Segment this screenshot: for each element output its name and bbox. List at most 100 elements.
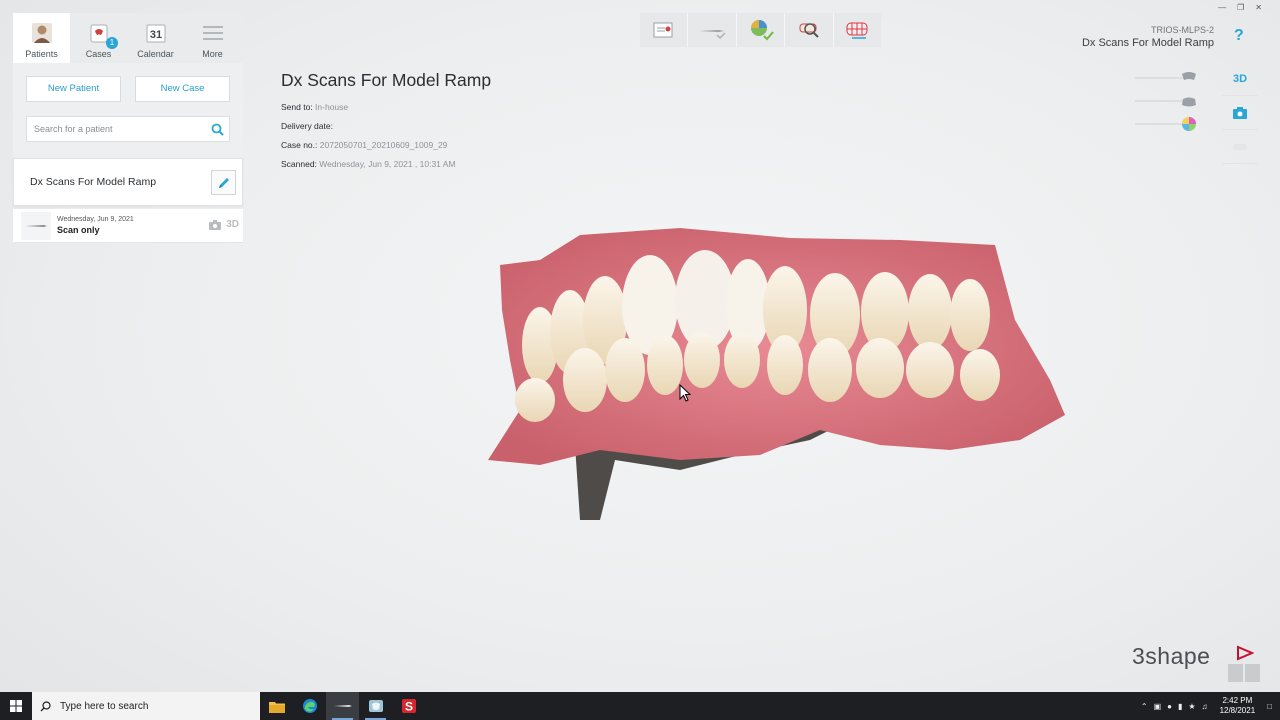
file-explorer-app[interactable] (260, 692, 293, 720)
photo-view-button[interactable] (1222, 96, 1258, 130)
main-nav: Patients 1 Cases 31 Calendar More (13, 13, 243, 63)
patients-icon (31, 22, 53, 44)
case-details: Dx Scans For Model Ramp Send to: In-hous… (281, 70, 491, 170)
window-title: Dx Scans For Model Ramp (1081, 37, 1214, 49)
expand-button[interactable] (1245, 664, 1260, 682)
taskbar-search-text: Type here to search (60, 700, 149, 712)
minimize-button[interactable]: — (1218, 3, 1226, 12)
tray-chevron-icon[interactable]: ⌃ (1141, 702, 1148, 711)
case-title: Dx Scans For Model Ramp (281, 70, 492, 90)
edge-icon (302, 699, 317, 713)
tool-scan[interactable] (687, 13, 735, 47)
folder-icon (268, 701, 285, 713)
3shape-app[interactable]: S (392, 692, 425, 720)
windows-taskbar: Type here to search S ⌃ ▣ ● ▮ ★ ♫ 2:42 P… (0, 692, 1280, 720)
taskbar-clock[interactable]: 2:42 PM 12/8/2021 (1220, 696, 1256, 716)
new-patient-button[interactable]: New Patient (26, 76, 121, 102)
mouse-cursor (679, 384, 691, 402)
scanned-row: Scanned: Wednesday, Jun 9, 2021 , 10:31 … (281, 159, 491, 170)
svg-text:S: S (404, 700, 412, 714)
close-button[interactable]: ✕ (1255, 3, 1262, 12)
case-list-item[interactable]: Wednesday, Jun 9, 2021 Scan only 3D (13, 209, 243, 243)
camera-icon (209, 219, 222, 230)
view-tools: 3D (1222, 62, 1258, 164)
network-icon[interactable]: ★ (1188, 702, 1195, 711)
view-3d-button[interactable]: 3D (1222, 62, 1258, 96)
search-icon[interactable] (211, 123, 224, 141)
visibility-sliders (1135, 66, 1199, 135)
case-type: Scan only (57, 225, 100, 235)
search-input[interactable] (34, 124, 204, 134)
nav-patients[interactable]: Patients (13, 13, 70, 63)
patient-card[interactable]: Dx Scans For Model Ramp (13, 158, 243, 206)
color-slider[interactable] (1135, 112, 1199, 135)
send-to-row: Send to: In-house (281, 102, 491, 113)
tool-inspect[interactable] (784, 13, 832, 47)
volume-icon[interactable]: ♫ (1202, 702, 1208, 711)
send-to-value: In-house (315, 102, 349, 112)
left-panel: Patients 1 Cases 31 Calendar More New Pa… (13, 13, 243, 243)
nav-more[interactable]: More (184, 13, 241, 63)
patient-name: Dx Scans For Model Ramp (30, 176, 157, 188)
tool-analyze[interactable] (735, 13, 784, 47)
scanned-label: Scanned: (281, 159, 317, 169)
battery-icon[interactable]: ▮ (1178, 702, 1182, 711)
search-icon (40, 700, 51, 711)
case-date: Wednesday, Jun 9, 2021 (57, 216, 134, 223)
help-icon[interactable]: ? (1234, 27, 1244, 45)
trios-module-app[interactable] (359, 692, 392, 720)
start-button[interactable] (0, 692, 32, 720)
nav-calendar[interactable]: 31 Calendar (127, 13, 184, 63)
view-3d-label: 3D (1232, 72, 1248, 85)
extra-view-button[interactable] (1222, 130, 1258, 164)
nav-more-label: More (202, 49, 223, 59)
patient-actions: New Patient New Case (13, 63, 243, 158)
new-case-button[interactable]: New Case (135, 76, 230, 102)
trios-scanner-app[interactable] (326, 692, 359, 720)
3shape-app-icon: S (401, 699, 416, 714)
edge-app[interactable] (293, 692, 326, 720)
dental-app-icon (368, 700, 383, 712)
brand-logo: 3shape (1132, 643, 1211, 669)
cases-badge: 1 (106, 37, 118, 49)
upper-jaw-icon (1182, 72, 1196, 80)
case-number-label: Case no.: (281, 140, 318, 150)
window-controls: — ❐ ✕ (1218, 3, 1262, 12)
clock-date: 12/8/2021 (1219, 706, 1256, 715)
pencil-icon (218, 177, 229, 188)
scanned-value: Wednesday, Jun 9, 2021 , 10:31 AM (319, 159, 456, 169)
upper-jaw-slider[interactable] (1135, 66, 1199, 89)
notifications-icon[interactable]: □ (1267, 702, 1272, 711)
microphone-icon[interactable]: ● (1167, 702, 1172, 711)
device-name: TRIOS-MLPS-2 (1150, 25, 1214, 35)
scanner-icon (333, 705, 352, 707)
menu-icon (202, 22, 224, 44)
send-to-label: Send to: (281, 102, 313, 112)
scanner-icon (699, 30, 726, 40)
workflow-toolbar (640, 13, 881, 47)
lower-jaw-slider[interactable] (1135, 89, 1199, 112)
nav-cases[interactable]: 1 Cases (70, 13, 127, 63)
overlay-icon (1233, 143, 1247, 150)
nav-cases-label: Cases (85, 49, 112, 59)
patient-search (26, 116, 230, 142)
edit-patient-button[interactable] (211, 170, 236, 195)
corner-buttons (1228, 664, 1260, 682)
analyze-icon (750, 20, 774, 41)
calendar-day: 31 (149, 29, 161, 41)
taskbar-search[interactable]: Type here to search (32, 692, 260, 720)
tool-send[interactable] (832, 13, 881, 47)
clock-time: 2:42 PM (1222, 696, 1253, 705)
scanner-thumbnail (21, 211, 51, 240)
nav-patients-label: Patients (25, 49, 58, 59)
dental-scan-viewport[interactable] (480, 220, 1080, 540)
restore-button[interactable]: ❐ (1237, 3, 1244, 12)
case-number-row: Case no.: 2072050701_20210609_1009_29 (281, 140, 491, 151)
nav-calendar-label: Calendar (137, 49, 174, 59)
tool-order-form[interactable] (640, 13, 687, 47)
tray-app-icon[interactable]: ▣ (1154, 702, 1162, 711)
camera-icon (1233, 106, 1247, 119)
pause-button[interactable] (1228, 664, 1243, 682)
order-form-icon (653, 22, 673, 38)
case-3d-badge: 3D (226, 219, 239, 230)
